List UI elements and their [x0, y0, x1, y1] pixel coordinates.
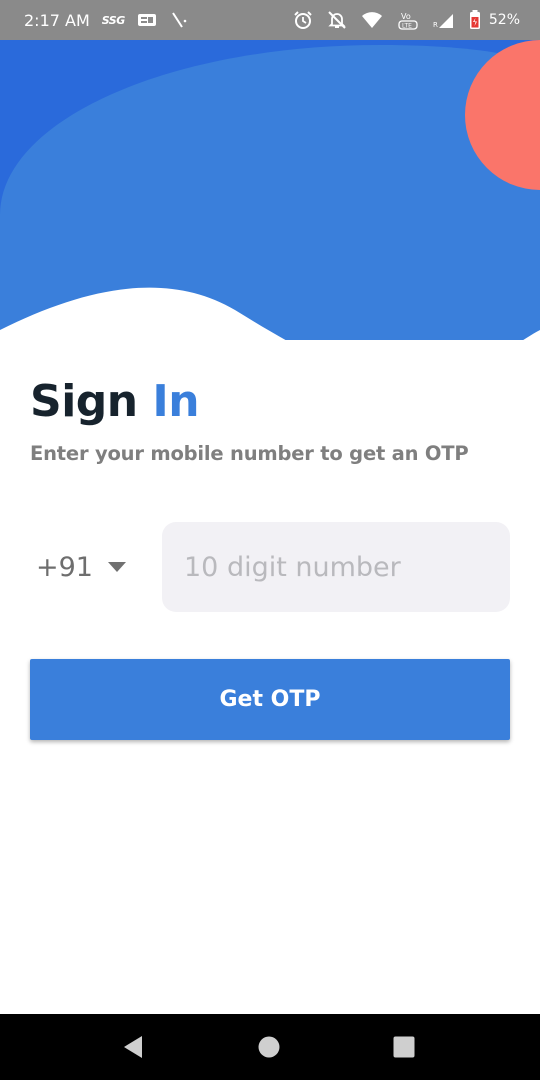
navigation-bar — [0, 1014, 540, 1080]
country-code-value: +91 — [36, 551, 93, 583]
phone-entry-row: +91 — [30, 522, 510, 612]
notifications-off-icon — [327, 10, 347, 30]
dropdown-arrow-icon — [107, 561, 127, 573]
signin-header: Sign In Enter your mobile number to get … — [30, 372, 510, 465]
battery-charging-icon — [469, 10, 481, 30]
svg-text:LTE: LTE — [402, 23, 412, 30]
page-subtitle: Enter your mobile number to get an OTP — [30, 442, 469, 465]
status-right: Vo LTE R 52% — [293, 9, 520, 31]
svg-text:Vo: Vo — [401, 12, 411, 21]
hero-illustration — [0, 40, 540, 400]
status-left: 2:17 AM SSG — [24, 11, 187, 30]
page-title: Sign In — [30, 372, 510, 432]
signal-slash-icon — [169, 11, 187, 29]
wifi-icon — [361, 11, 383, 29]
get-otp-button[interactable]: Get OTP — [30, 659, 510, 740]
title-accent: In — [152, 376, 200, 427]
carrier-label: SSG — [101, 13, 125, 27]
cell-signal-icon: R — [433, 11, 455, 29]
phone-number-input[interactable] — [162, 522, 510, 612]
title-main: Sign — [30, 376, 153, 427]
status-time: 2:17 AM — [24, 10, 90, 30]
back-button[interactable] — [98, 1014, 168, 1080]
recents-button[interactable] — [369, 1014, 439, 1080]
svg-text:R: R — [433, 21, 438, 29]
back-icon — [121, 1034, 145, 1060]
volte-icon: Vo LTE — [397, 9, 419, 31]
battery-percent: 52% — [488, 12, 520, 28]
sim-card-icon — [137, 12, 157, 28]
home-button[interactable] — [234, 1014, 304, 1080]
recents-icon — [392, 1035, 416, 1059]
status-bar: 2:17 AM SSG Vo LTE R 52% — [0, 0, 540, 40]
home-icon — [257, 1035, 281, 1059]
alarm-icon — [293, 10, 313, 30]
country-code-dropdown[interactable]: +91 — [30, 522, 140, 612]
